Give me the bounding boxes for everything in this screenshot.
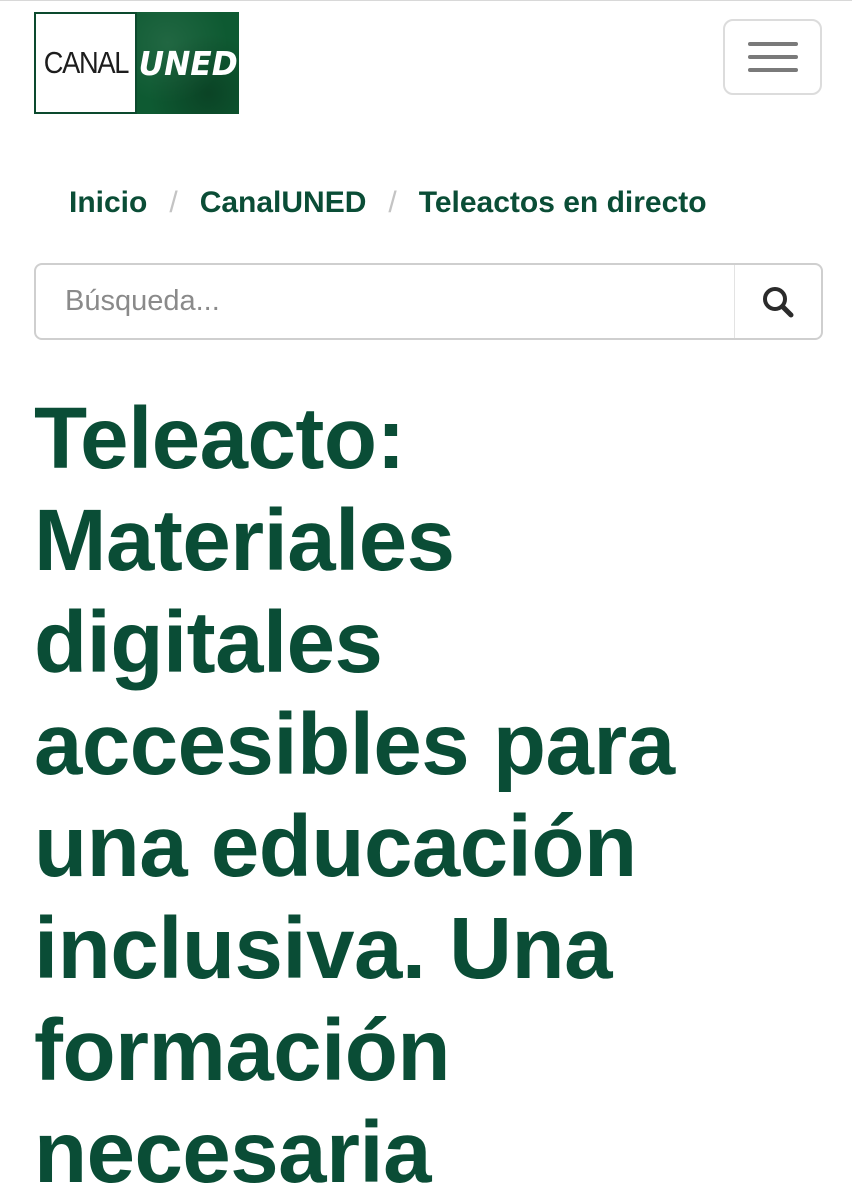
breadcrumb-item-inicio[interactable]: Inicio: [69, 186, 147, 220]
hamburger-menu-button[interactable]: [723, 19, 822, 95]
logo-left-panel: CANAL: [34, 12, 137, 114]
hamburger-icon: [747, 42, 798, 46]
canal-uned-logo[interactable]: CANAL UNED: [34, 12, 239, 114]
breadcrumb-item-canaluned[interactable]: CanalUNED: [200, 186, 367, 220]
logo-canal-text: CANAL: [43, 45, 129, 80]
top-border: [0, 0, 852, 1]
search-button[interactable]: [734, 265, 821, 338]
breadcrumb: Inicio / CanalUNED / Teleactos en direct…: [69, 186, 707, 220]
hamburger-icon-bar: [747, 68, 798, 72]
search-input[interactable]: [36, 265, 734, 338]
search-bar: [34, 263, 823, 340]
breadcrumb-item-teleactos[interactable]: Teleactos en directo: [419, 186, 707, 220]
search-icon: [763, 286, 794, 317]
breadcrumb-separator: /: [388, 186, 397, 219]
page-title: Teleacto: Materiales digitales accesible…: [34, 390, 675, 1201]
logo-uned-text: UNED: [138, 43, 238, 83]
breadcrumb-separator: /: [169, 186, 178, 219]
logo-right-panel: UNED: [137, 12, 239, 114]
hamburger-icon-bar: [747, 55, 798, 59]
